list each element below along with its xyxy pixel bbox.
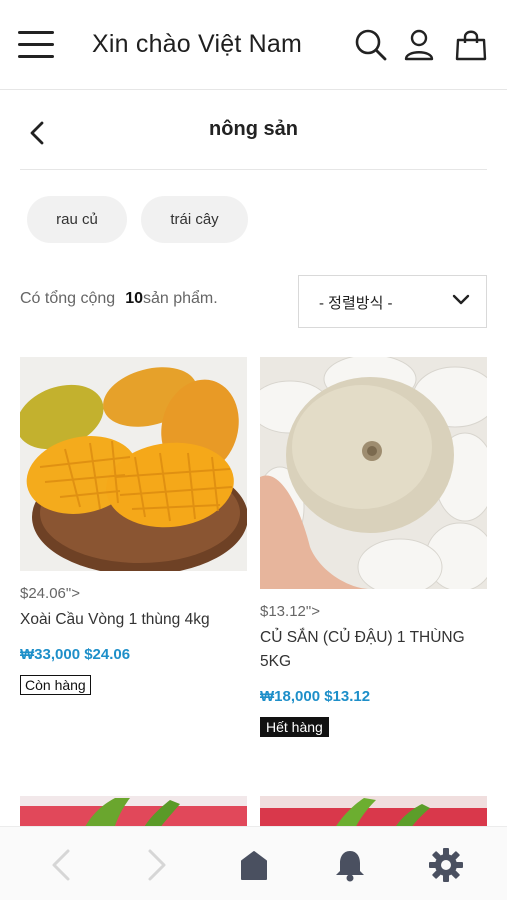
menu-icon[interactable] <box>18 28 56 62</box>
product-count: Có tổng cộng 10sản phẩm. <box>20 290 218 308</box>
product-name[interactable]: Xoài Cầu Vòng 1 thùng 4kg <box>20 608 247 632</box>
sort-label: - 정렬방식 - <box>319 295 393 312</box>
user-icon[interactable] <box>402 28 436 62</box>
gear-icon[interactable] <box>426 845 466 885</box>
stock-badge-in: Còn hàng <box>20 675 91 695</box>
search-icon[interactable] <box>354 28 388 62</box>
home-icon[interactable] <box>234 845 274 885</box>
product-name[interactable]: CỦ SẮN (CỦ ĐẬU) 1 THÙNG 5KG <box>260 626 487 674</box>
product-card[interactable]: $24.06"> Xoài Cầu Vòng 1 thùng 4kg ₩33,0… <box>20 357 247 695</box>
count-value: 10 <box>125 290 143 307</box>
product-image-jicama[interactable] <box>260 357 487 589</box>
bottom-nav <box>0 826 507 900</box>
back-arrow-icon[interactable] <box>42 845 82 885</box>
bell-icon[interactable] <box>330 845 370 885</box>
product-price: ₩33,000 $24.06 <box>20 646 131 663</box>
category-title: nông sản <box>209 118 298 140</box>
product-image-mango[interactable] <box>20 357 247 571</box>
count-suffix: sản phẩm. <box>142 290 218 307</box>
product-card[interactable]: $13.12"> CỦ SẮN (CỦ ĐẬU) 1 THÙNG 5KG ₩18… <box>260 357 487 737</box>
app-title[interactable]: Xin chào Việt Nam <box>92 30 302 59</box>
chip-rau-cu[interactable]: rau củ <box>27 196 127 243</box>
forward-arrow-icon[interactable] <box>136 845 176 885</box>
shopping-bag-icon[interactable] <box>454 28 488 62</box>
chevron-down-icon <box>452 294 470 305</box>
old-price: $13.12"> <box>260 603 320 620</box>
stock-badge-out: Hết hàng <box>260 717 329 737</box>
count-prefix: Có tổng cộng <box>20 290 116 307</box>
top-bar: Xin chào Việt Nam <box>0 0 507 90</box>
product-price: ₩18,000 $13.12 <box>260 688 371 705</box>
chip-trai-cay[interactable]: trái cây <box>141 196 248 243</box>
category-header: nông sản <box>20 100 487 170</box>
sort-select[interactable]: - 정렬방식 - <box>298 275 487 328</box>
old-price: $24.06"> <box>20 585 80 602</box>
